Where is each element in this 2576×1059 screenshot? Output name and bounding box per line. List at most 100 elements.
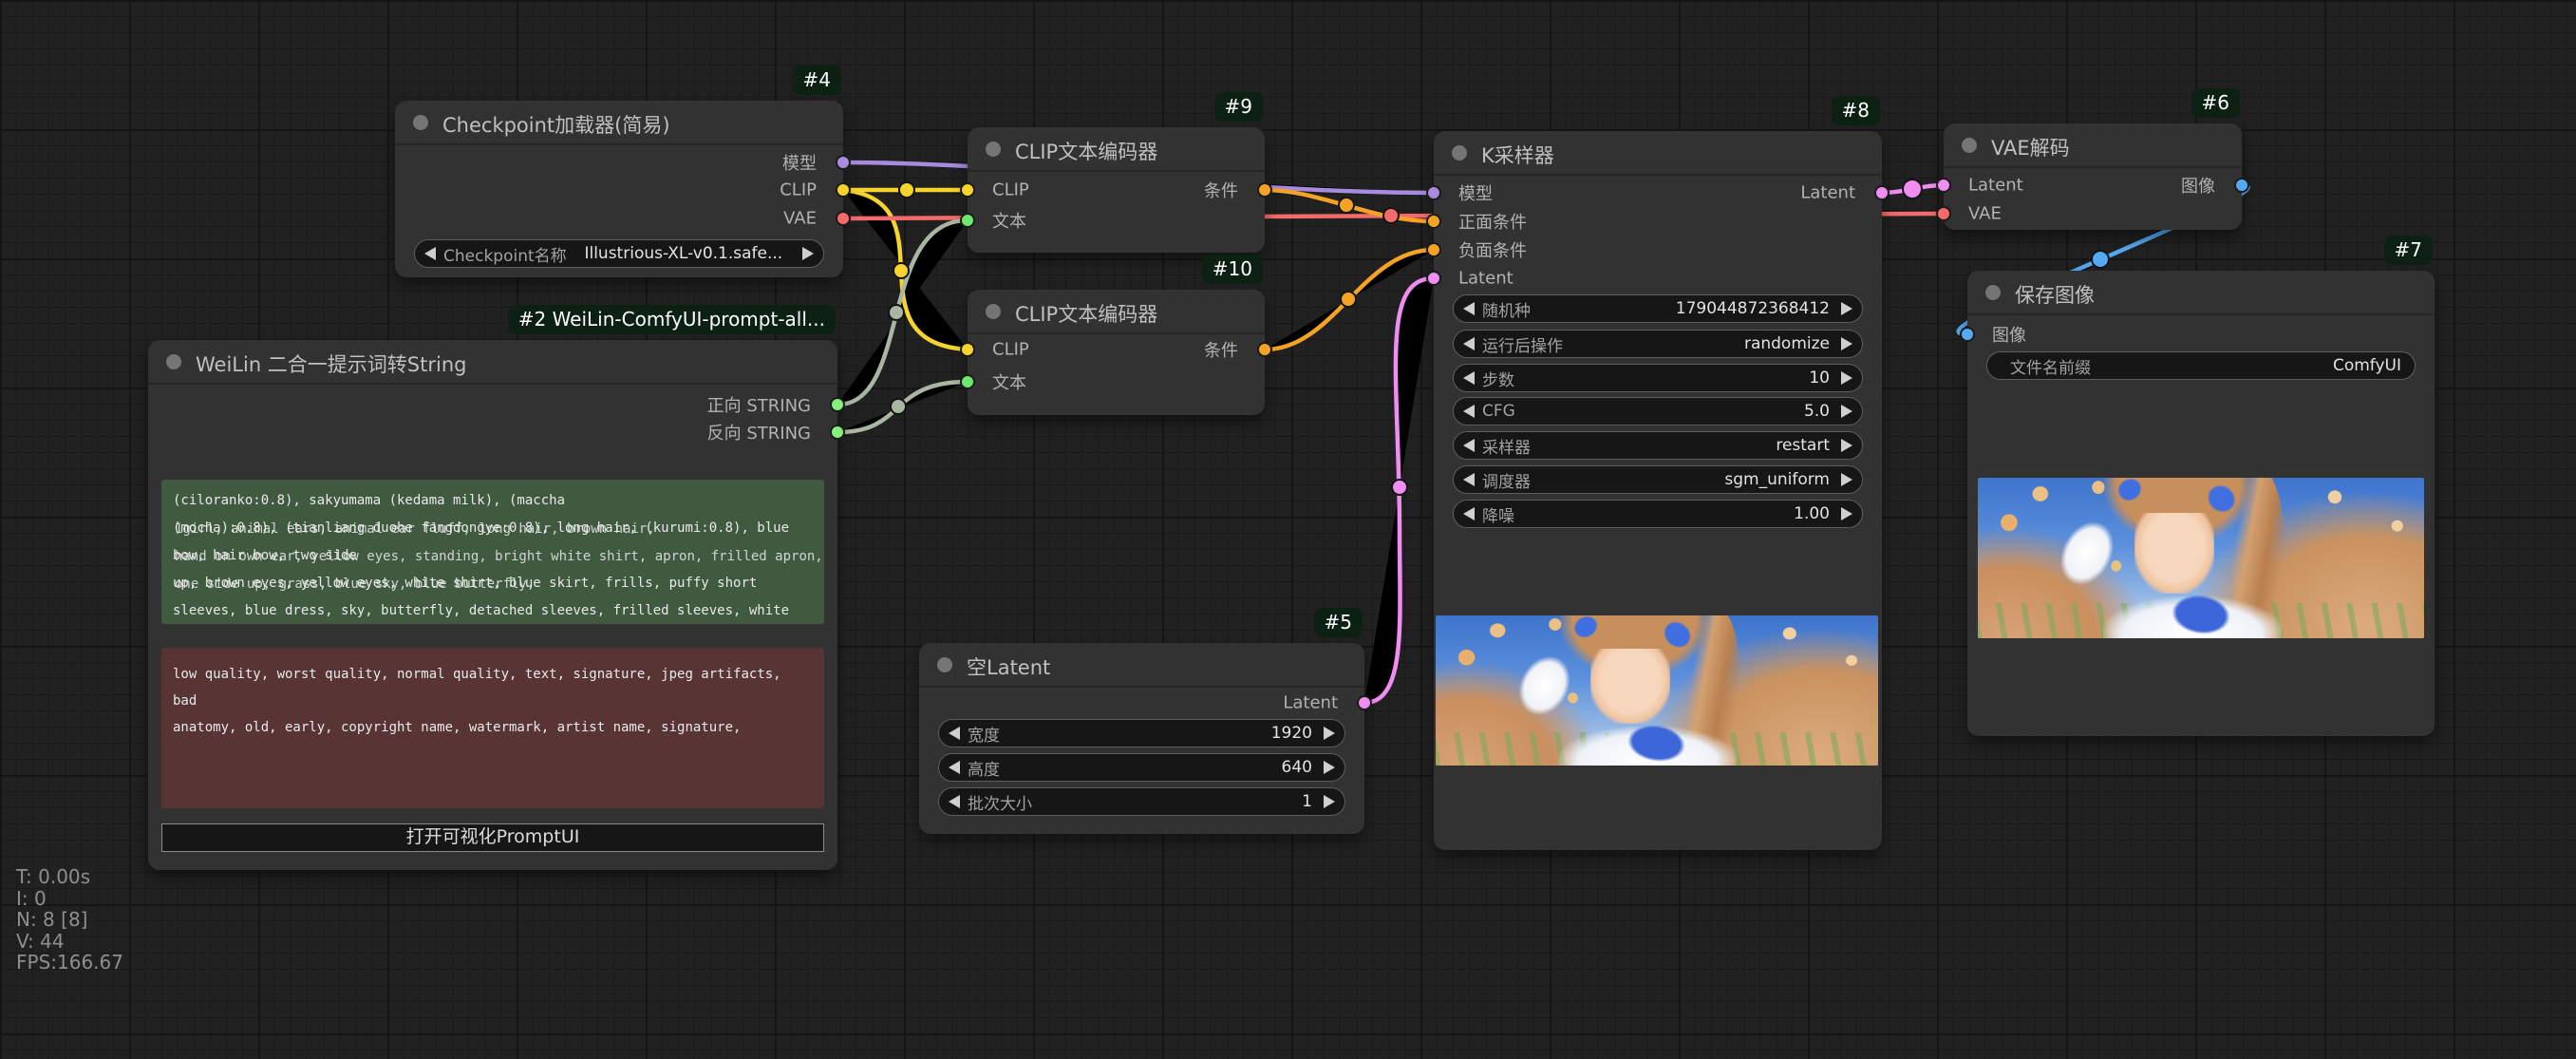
input-port-clip[interactable] xyxy=(960,342,975,357)
height-widget[interactable]: 高度 640 xyxy=(938,753,1345,782)
prompt-line: (mocha):0.8), (tianliang duohe fangdongy… xyxy=(173,515,813,570)
node-title: WeiLin 二合一提示词转String xyxy=(196,350,466,378)
widget-value: 10 xyxy=(1809,369,1830,388)
widget-label: Checkpoint名称 xyxy=(443,242,567,266)
node-weilin-prompt[interactable]: #2 WeiLin-ComfyUI-prompt-all... WeiLin 二… xyxy=(148,340,837,870)
input-port-clip[interactable] xyxy=(960,182,975,198)
decrement-arrow-icon[interactable] xyxy=(1463,302,1475,315)
node-title: 保存图像 xyxy=(2015,280,2095,309)
node-titlebar[interactable]: 保存图像 xyxy=(1967,271,2435,315)
input-port-image[interactable] xyxy=(1960,327,1975,342)
output-label-positive-string: 正向 STRING xyxy=(707,392,811,417)
input-label-vae: VAE xyxy=(1968,204,2002,224)
filename-prefix-widget[interactable]: 文件名前缀 ComfyUI xyxy=(1986,351,2416,380)
widget-label: 降噪 xyxy=(1482,502,1514,526)
output-port-latent[interactable] xyxy=(1874,185,1890,200)
input-label-clip: CLIP xyxy=(992,180,1029,200)
prev-arrow-icon[interactable] xyxy=(1463,473,1475,486)
node-checkpoint-loader[interactable]: #4 Checkpoint加载器(简易) 模型 CLIP VAE Checkpo… xyxy=(395,101,843,277)
widget-value: 1920 xyxy=(1271,724,1312,743)
node-titlebar[interactable]: K采样器 xyxy=(1434,131,1882,176)
output-port-cond[interactable] xyxy=(1257,342,1272,357)
next-arrow-icon[interactable] xyxy=(1841,439,1852,452)
next-arrow-icon[interactable] xyxy=(1841,337,1852,350)
input-port-latent[interactable] xyxy=(1936,178,1951,193)
node-titlebar[interactable]: WeiLin 二合一提示词转String xyxy=(148,340,837,385)
positive-prompt-textarea[interactable]: (ciloranko:0.8), sakyumama (kedama milk)… xyxy=(161,480,824,624)
increment-arrow-icon[interactable] xyxy=(1841,302,1852,315)
output-port-vae[interactable] xyxy=(836,211,851,226)
node-clip-encoder-positive[interactable]: #9 CLIP文本编码器 CLIP 文本 条件 xyxy=(968,127,1265,253)
increment-arrow-icon[interactable] xyxy=(1324,727,1335,740)
cfg-widget[interactable]: CFG 5.0 xyxy=(1453,397,1863,425)
input-port-text[interactable] xyxy=(960,374,975,389)
node-titlebar[interactable]: 空Latent xyxy=(919,643,1364,688)
output-port-positive-string[interactable] xyxy=(830,397,845,412)
prev-arrow-icon[interactable] xyxy=(424,247,436,260)
negative-prompt-textarea[interactable]: low quality, worst quality, normal quali… xyxy=(161,648,824,808)
open-prompt-ui-button[interactable]: 打开可视化PromptUI xyxy=(161,823,824,852)
widget-label: 步数 xyxy=(1482,367,1514,390)
input-port-vae[interactable] xyxy=(1936,206,1951,221)
decrement-arrow-icon[interactable] xyxy=(1463,371,1475,385)
input-port-positive[interactable] xyxy=(1426,214,1441,229)
output-port-image[interactable] xyxy=(2234,178,2249,193)
input-port-model[interactable] xyxy=(1426,185,1441,200)
prev-arrow-icon[interactable] xyxy=(1463,337,1475,350)
input-port-negative[interactable] xyxy=(1426,242,1441,257)
increment-arrow-icon[interactable] xyxy=(1841,405,1852,418)
decrement-arrow-icon[interactable] xyxy=(1463,507,1475,520)
stat-fps: FPS:166.67 xyxy=(16,952,123,974)
control-after-generate-widget[interactable]: 运行后操作 randomize xyxy=(1453,330,1863,358)
checkpoint-name-widget[interactable]: Checkpoint名称 Illustrious-XL-v0.1.safe... xyxy=(414,239,824,268)
node-empty-latent[interactable]: #5 空Latent Latent 宽度 1920 高度 640 批次大小 1 xyxy=(919,643,1364,834)
input-label-positive: 正面条件 xyxy=(1458,209,1527,234)
decrement-arrow-icon[interactable] xyxy=(949,761,960,774)
output-port-latent[interactable] xyxy=(1357,695,1372,710)
node-status-dot xyxy=(937,657,952,672)
node-titlebar[interactable]: CLIP文本编码器 xyxy=(968,127,1265,172)
prev-arrow-icon[interactable] xyxy=(1463,439,1475,452)
node-vae-decode[interactable]: #6 VAE解码 Latent VAE 图像 xyxy=(1944,123,2242,230)
width-widget[interactable]: 宽度 1920 xyxy=(938,719,1345,747)
widget-label: 调度器 xyxy=(1482,468,1531,492)
output-port-clip[interactable] xyxy=(836,182,851,198)
decrement-arrow-icon[interactable] xyxy=(1463,405,1475,418)
output-label-image: 图像 xyxy=(2181,173,2215,198)
node-titlebar[interactable]: Checkpoint加载器(简易) xyxy=(395,101,843,145)
node-status-dot xyxy=(1985,285,2001,300)
widget-value: Illustrious-XL-v0.1.safe... xyxy=(584,244,782,263)
node-id-badge: #10 xyxy=(1202,255,1263,284)
input-port-text[interactable] xyxy=(960,213,975,228)
scheduler-widget[interactable]: 调度器 sgm_uniform xyxy=(1453,465,1863,494)
output-port-negative-string[interactable] xyxy=(830,425,845,440)
increment-arrow-icon[interactable] xyxy=(1841,371,1852,385)
increment-arrow-icon[interactable] xyxy=(1324,761,1335,774)
node-clip-encoder-negative[interactable]: #10 CLIP文本编码器 CLIP 文本 条件 xyxy=(968,290,1265,415)
node-ksampler[interactable]: #8 K采样器 模型 正面条件 负面条件 Latent Latent 随机种 1… xyxy=(1434,131,1882,850)
input-port-latent[interactable] xyxy=(1426,271,1441,286)
input-label-text: 文本 xyxy=(992,369,1026,394)
output-port-cond[interactable] xyxy=(1257,182,1272,198)
next-arrow-icon[interactable] xyxy=(802,247,814,260)
next-arrow-icon[interactable] xyxy=(1841,473,1852,486)
widget-label: 运行后操作 xyxy=(1482,332,1563,356)
comfyui-canvas[interactable]: #4 Checkpoint加载器(简易) 模型 CLIP VAE Checkpo… xyxy=(0,0,2576,1059)
increment-arrow-icon[interactable] xyxy=(1841,507,1852,520)
sampler-widget[interactable]: 采样器 restart xyxy=(1453,431,1863,460)
output-label-cond: 条件 xyxy=(1204,337,1238,362)
seed-widget[interactable]: 随机种 179044872368412 xyxy=(1453,294,1863,323)
steps-widget[interactable]: 步数 10 xyxy=(1453,364,1863,392)
widget-label: CFG xyxy=(1482,402,1515,421)
decrement-arrow-icon[interactable] xyxy=(949,795,960,808)
decrement-arrow-icon[interactable] xyxy=(949,727,960,740)
node-titlebar[interactable]: CLIP文本编码器 xyxy=(968,290,1265,334)
denoise-widget[interactable]: 降噪 1.00 xyxy=(1453,500,1863,528)
node-save-image[interactable]: #7 保存图像 图像 文件名前缀 ComfyUI xyxy=(1967,271,2435,736)
prompt-line: low quality, worst quality, normal quali… xyxy=(173,661,813,714)
output-port-model[interactable] xyxy=(836,155,851,170)
node-title: Checkpoint加载器(简易) xyxy=(442,110,670,139)
node-titlebar[interactable]: VAE解码 xyxy=(1944,123,2242,168)
batch-size-widget[interactable]: 批次大小 1 xyxy=(938,787,1345,816)
increment-arrow-icon[interactable] xyxy=(1324,795,1335,808)
